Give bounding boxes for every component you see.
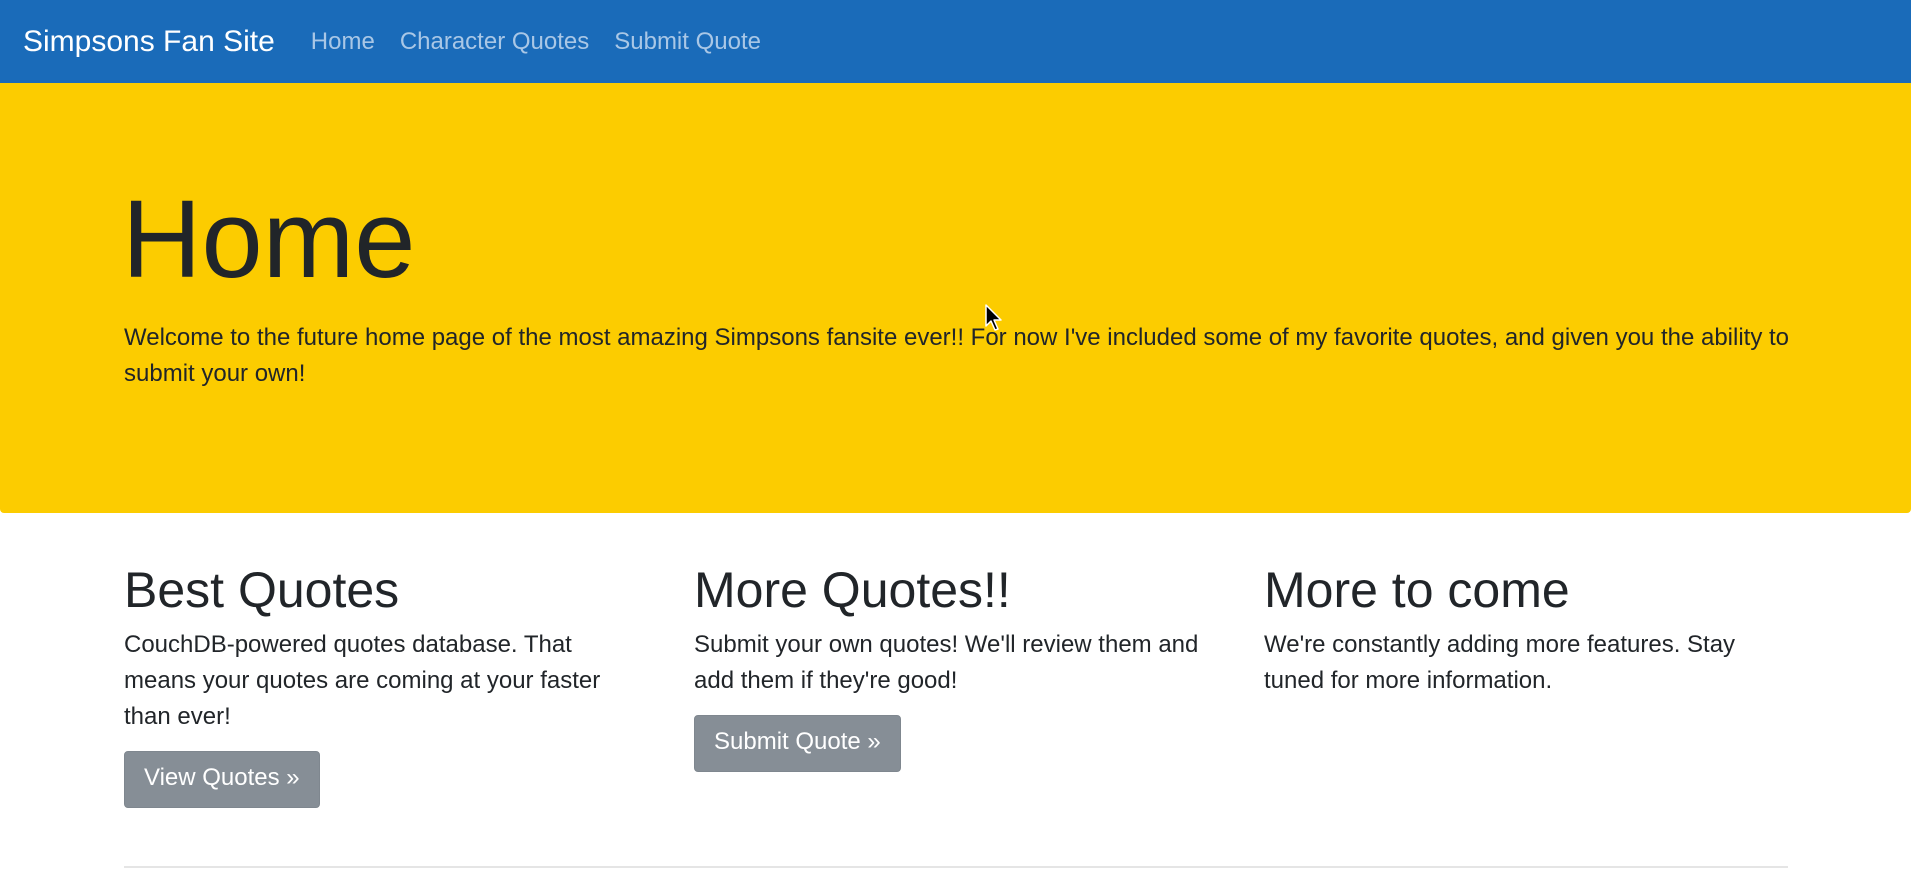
feature-more-quotes: More Quotes!! Submit your own quotes! We…	[694, 560, 1204, 772]
brand-link[interactable]: Simpsons Fan Site	[23, 25, 275, 59]
nav-link-home[interactable]: Home	[311, 28, 375, 56]
feature-best-quotes: Best Quotes CouchDB-powered quotes datab…	[124, 560, 634, 808]
submit-quote-button[interactable]: Submit Quote »	[694, 715, 901, 772]
feature-more-to-come: More to come We're constantly adding mor…	[1264, 560, 1774, 699]
mouse-cursor-icon	[985, 304, 1002, 331]
footer-divider	[124, 866, 1788, 868]
top-navbar: Simpsons Fan Site Home Character Quotes …	[0, 0, 1911, 83]
feature-text: Submit your own quotes! We'll review the…	[694, 631, 1199, 694]
nav-link-character-quotes[interactable]: Character Quotes	[400, 28, 589, 56]
welcome-text: Welcome to the future home page of the m…	[124, 324, 1790, 387]
feature-heading: More to come	[1264, 562, 1570, 618]
feature-heading: Best Quotes	[124, 562, 400, 618]
feature-text: We're constantly adding more features. S…	[1264, 631, 1736, 694]
page-title: Home	[122, 178, 416, 301]
nav-link-submit-quote[interactable]: Submit Quote	[614, 28, 761, 56]
feature-text: CouchDB-powered quotes database. That me…	[124, 631, 601, 730]
view-quotes-button[interactable]: View Quotes »	[124, 751, 320, 808]
jumbotron: Home Welcome to the future home page of …	[0, 83, 1911, 513]
feature-heading: More Quotes!!	[694, 562, 1011, 618]
nav-links: Home Character Quotes Submit Quote	[311, 28, 761, 56]
